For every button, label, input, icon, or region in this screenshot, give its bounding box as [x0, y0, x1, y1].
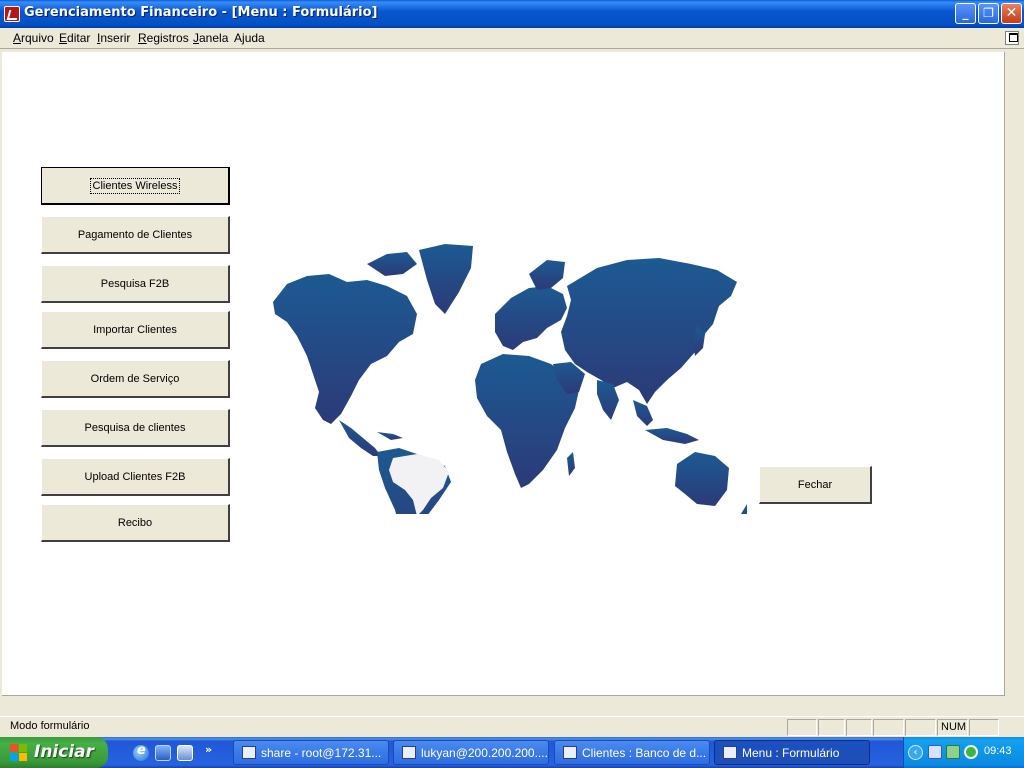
- pagamento-clientes-button[interactable]: Pagamento de Clientes: [41, 216, 230, 254]
- task-label: Clientes : Banco de d...: [582, 746, 707, 760]
- database-icon: [563, 746, 577, 759]
- scandinavia: [529, 260, 565, 290]
- form-frame-right: [1005, 50, 1024, 716]
- clock[interactable]: 09:43: [984, 745, 1012, 757]
- europe: [495, 286, 567, 350]
- menu-accelerator: I: [97, 31, 101, 45]
- start-label: Iniciar: [34, 742, 95, 762]
- restore-button[interactable]: ❐: [978, 3, 999, 24]
- internet-explorer-icon[interactable]: [133, 743, 149, 761]
- title-bar[interactable]: Gerenciamento Financeiro - [Menu : Formu…: [0, 0, 1024, 28]
- show-desktop-icon[interactable]: [177, 745, 193, 761]
- task-lukyan[interactable]: lukyan@200.200.200....: [393, 740, 549, 765]
- terminal-icon: [402, 746, 416, 759]
- task-share[interactable]: share - root@172.31...: [233, 740, 389, 765]
- status-panel: [969, 719, 999, 736]
- menu-janela[interactable]: Janela: [193, 31, 228, 45]
- task-clientes[interactable]: Clientes : Banco de d...: [554, 740, 710, 765]
- task-label: share - root@172.31...: [261, 746, 382, 760]
- status-panel: [905, 719, 936, 736]
- task-menu-formulario[interactable]: Menu : Formulário: [714, 740, 870, 765]
- mdi-client: Clientes Wireless Pagamento de Clientes …: [0, 50, 1024, 716]
- form-frame-bottom: [0, 696, 1005, 716]
- status-panel: [818, 719, 845, 736]
- child-restore-icon[interactable]: [1005, 31, 1019, 45]
- task-label: lukyan@200.200.200....: [421, 746, 548, 760]
- antivirus-icon[interactable]: [964, 745, 978, 759]
- recibo-button[interactable]: Recibo: [41, 504, 230, 542]
- world-map-icon: [273, 244, 747, 514]
- status-bar: Modo formulário NUM: [0, 716, 1024, 737]
- menu-registros[interactable]: Registros: [138, 31, 189, 45]
- southeast-asia: [633, 400, 653, 426]
- media-player-icon[interactable]: [155, 745, 171, 761]
- asia: [561, 258, 737, 404]
- menu-form: Clientes Wireless Pagamento de Clientes …: [2, 52, 1005, 696]
- putty-icon: [242, 746, 256, 759]
- windows-logo-icon: [10, 744, 28, 762]
- start-button[interactable]: Iniciar: [0, 737, 108, 768]
- menu-accelerator: j: [242, 31, 245, 45]
- network-icon[interactable]: [928, 745, 942, 759]
- fechar-button[interactable]: Fechar: [759, 466, 872, 504]
- minimize-button[interactable]: _: [955, 3, 976, 24]
- quicklaunch-more-icon[interactable]: »: [205, 743, 212, 756]
- clientes-wireless-button[interactable]: Clientes Wireless: [41, 167, 230, 205]
- window-title: Gerenciamento Financeiro - [Menu : Formu…: [24, 5, 378, 20]
- menu-arquivo[interactable]: Arquivo: [13, 31, 54, 45]
- importar-clientes-button[interactable]: Importar Clientes: [41, 311, 230, 349]
- app-icon[interactable]: [4, 6, 20, 22]
- menu-inserir[interactable]: Inserir: [97, 31, 130, 45]
- new-zealand: [741, 504, 747, 514]
- ordem-servico-button[interactable]: Ordem de Serviço: [41, 360, 230, 398]
- menu-editar[interactable]: Editar: [59, 31, 90, 45]
- task-label: Menu : Formulário: [742, 746, 840, 760]
- taskbar: Iniciar » share - root@172.31... lukyan@…: [0, 737, 1024, 768]
- system-tray: ‹ 09:43: [903, 737, 1024, 768]
- menu-accelerator: R: [138, 31, 147, 45]
- status-text: Modo formulário: [10, 720, 90, 732]
- num-indicator: NUM: [937, 719, 968, 736]
- menu-accelerator: J: [193, 31, 199, 45]
- caribbean: [377, 432, 403, 440]
- arctic-islands: [367, 252, 417, 276]
- network-connection-icon[interactable]: [946, 745, 960, 759]
- close-button[interactable]: ✕: [1001, 3, 1022, 24]
- madagascar: [567, 452, 575, 476]
- menu-ajuda[interactable]: Ajuda: [234, 31, 265, 45]
- status-panel: [873, 719, 904, 736]
- status-panel: [787, 719, 817, 736]
- status-panel: [846, 719, 872, 736]
- tray-expand-icon[interactable]: ‹: [908, 745, 923, 760]
- menu-accelerator: E: [59, 31, 68, 45]
- greenland: [419, 244, 473, 314]
- menu-bar: Arquivo Editar Inserir Registros Janela …: [0, 28, 1024, 49]
- form-icon: [723, 746, 737, 759]
- central-america: [339, 420, 381, 456]
- indonesia: [645, 428, 699, 444]
- upload-clientes-f2b-button[interactable]: Upload Clientes F2B: [41, 458, 230, 496]
- menu-accelerator: A: [13, 31, 22, 45]
- pesquisa-f2b-button[interactable]: Pesquisa F2B: [41, 265, 230, 303]
- australia: [675, 452, 729, 506]
- pesquisa-clientes-button[interactable]: Pesquisa de clientes: [41, 409, 230, 447]
- button-label: Clientes Wireless: [89, 177, 181, 194]
- north-america: [273, 274, 417, 424]
